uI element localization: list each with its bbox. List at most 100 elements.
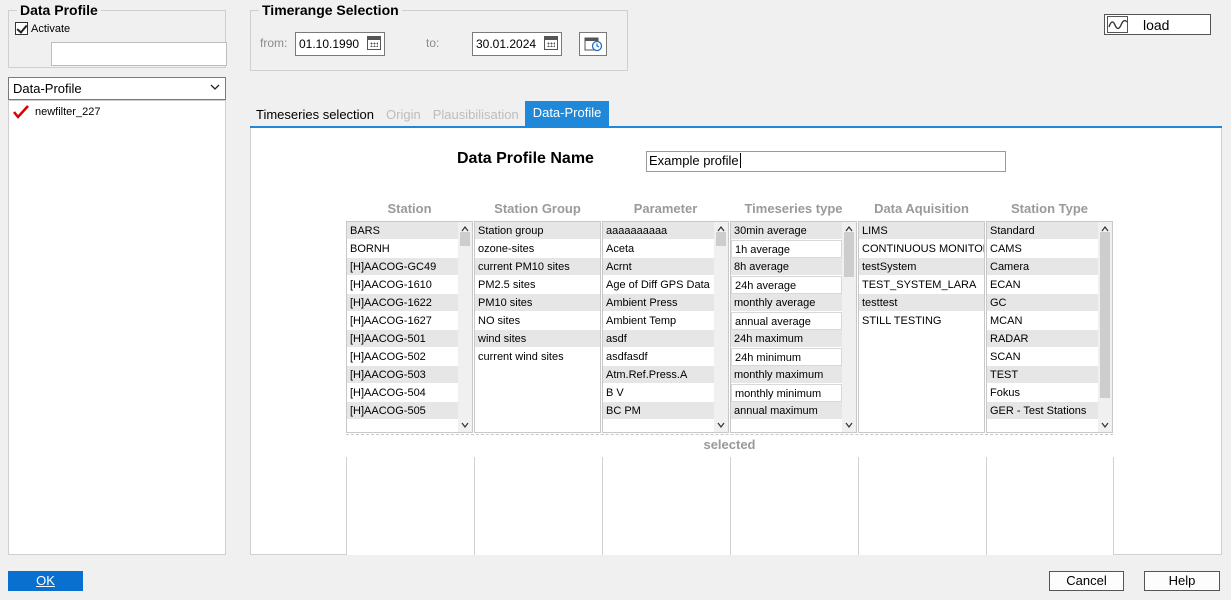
list-item[interactable]: Acrnt	[603, 258, 714, 276]
chevron-down-icon[interactable]	[717, 421, 725, 429]
list-item[interactable]: ozone-sites	[475, 240, 600, 258]
list-item[interactable]: BC PM	[603, 402, 714, 420]
list-item[interactable]: current wind sites	[475, 348, 600, 366]
load-button[interactable]: load	[1104, 14, 1211, 35]
list-item[interactable]: Station group	[475, 222, 600, 240]
tree-item-filter[interactable]: newfilter_227	[13, 105, 100, 119]
profile-name-input[interactable]: Example profile	[646, 151, 1006, 172]
list-item[interactable]: SCAN	[987, 348, 1098, 366]
list-item[interactable]: 24h maximum	[731, 330, 842, 348]
list-item[interactable]: TEST	[987, 366, 1098, 384]
list-item[interactable]: 1h average	[731, 240, 842, 258]
vertical-scrollbar[interactable]	[714, 222, 728, 432]
list-item[interactable]: 30min average	[731, 222, 842, 240]
list-item[interactable]: CAMS	[987, 240, 1098, 258]
list-item[interactable]: TEST_SYSTEM_LARA	[859, 276, 984, 294]
list-item[interactable]: PM2.5 sites	[475, 276, 600, 294]
vertical-scrollbar[interactable]	[458, 222, 472, 432]
cancel-button[interactable]: Cancel	[1049, 571, 1124, 591]
data-profile-dropdown[interactable]: Data-Profile	[8, 77, 226, 100]
from-date-input[interactable]: 01.10.1990	[295, 32, 385, 56]
calendar-icon[interactable]	[544, 36, 558, 50]
list-item[interactable]: MCAN	[987, 312, 1098, 330]
scrollbar-thumb[interactable]	[716, 232, 726, 246]
list-item[interactable]: testSystem	[859, 258, 984, 276]
scrollbar-thumb[interactable]	[460, 232, 470, 246]
list-item[interactable]: 8h average	[731, 258, 842, 276]
ok-button[interactable]: OK	[8, 571, 83, 591]
data-profile-groupbox: Data Profile Activate	[8, 2, 227, 68]
list-item[interactable]: RADAR	[987, 330, 1098, 348]
list-item[interactable]: PM10 sites	[475, 294, 600, 312]
list-item[interactable]: GC	[987, 294, 1098, 312]
list-item[interactable]: asdfasdf	[603, 348, 714, 366]
list-item[interactable]: [H]AACOG-501	[347, 330, 458, 348]
list-item[interactable]: 24h minimum	[731, 348, 842, 366]
list-item[interactable]: BORNH	[347, 240, 458, 258]
list-item[interactable]: STILL TESTING	[859, 312, 984, 330]
list-item[interactable]: Fokus	[987, 384, 1098, 402]
list-item[interactable]: NO sites	[475, 312, 600, 330]
list-item[interactable]: 24h average	[731, 276, 842, 294]
list-data-aquisition[interactable]: LIMSCONTINUOUS MONITORINGtestSystemTEST_…	[858, 221, 985, 433]
calendar-refresh-button[interactable]	[579, 32, 607, 56]
list-item[interactable]: [H]AACOG-1610	[347, 276, 458, 294]
list-item[interactable]: Age of Diff GPS Data	[603, 276, 714, 294]
vertical-scrollbar[interactable]	[842, 222, 856, 432]
list-item[interactable]: [H]AACOG-505	[347, 402, 458, 420]
list-item[interactable]: B V	[603, 384, 714, 402]
list-item[interactable]: wind sites	[475, 330, 600, 348]
chevron-down-icon[interactable]	[461, 421, 469, 429]
list-item[interactable]: annual maximum	[731, 402, 842, 420]
to-date-input[interactable]: 30.01.2024	[472, 32, 562, 56]
list-item[interactable]: annual average	[731, 312, 842, 330]
list-timeseries-type[interactable]: 30min average 1h average 8h average 24h ave…	[730, 221, 857, 433]
list-item[interactable]: [H]AACOG-1627	[347, 312, 458, 330]
list-item[interactable]: monthly minimum	[731, 384, 842, 402]
vertical-scrollbar[interactable]	[1098, 222, 1112, 432]
tab-timeseries-selection[interactable]: Timeseries selection	[250, 101, 380, 127]
list-station-group[interactable]: Station group ozone-sites current PM10 sit…	[474, 221, 601, 433]
list-item[interactable]: aaaaaaaaaa	[603, 222, 714, 240]
list-item[interactable]: Atm.Ref.Press.A	[603, 366, 714, 384]
list-item[interactable]: Aceta	[603, 240, 714, 258]
chevron-down-icon[interactable]	[1101, 421, 1109, 429]
column-header-data-aquisition: Data Aquisition	[874, 201, 969, 216]
list-item[interactable]: [H]AACOG-502	[347, 348, 458, 366]
help-button[interactable]: Help	[1144, 571, 1220, 591]
calendar-icon[interactable]	[367, 36, 381, 50]
list-item[interactable]: asdf	[603, 330, 714, 348]
data-profile-text-input[interactable]	[51, 42, 227, 66]
list-item[interactable]: monthly average	[731, 294, 842, 312]
list-item[interactable]: [H]AACOG-GC49	[347, 258, 458, 276]
list-item[interactable]: Camera	[987, 258, 1098, 276]
list-item[interactable]: Ambient Temp	[603, 312, 714, 330]
list-item[interactable]: CONTINUOUS MONITORING	[859, 240, 984, 258]
list-item[interactable]: [H]AACOG-1622	[347, 294, 458, 312]
list-item[interactable]: [H]AACOG-504	[347, 384, 458, 402]
list-station[interactable]: BARS BORNH [H]AACOG-GC49 [H]AACOG-1610 [H]AA…	[346, 221, 473, 433]
column-header-station-type: Station Type	[1010, 201, 1089, 216]
scrollbar-thumb[interactable]	[844, 232, 854, 277]
selected-column	[346, 457, 474, 555]
list-item[interactable]: ECAN	[987, 276, 1098, 294]
tab-origin[interactable]: Origin	[380, 101, 427, 127]
list-item[interactable]: Standard	[987, 222, 1098, 240]
list-item[interactable]: testtest	[859, 294, 984, 312]
list-item[interactable]: monthly maximum	[731, 366, 842, 384]
list-station-type[interactable]: Standard CAMS Camera ECAN GC MCAN RADAR SCAN TES…	[986, 221, 1113, 433]
list-item[interactable]: current PM10 sites	[475, 258, 600, 276]
list-parameter[interactable]: aaaaaaaaaa Aceta Acrnt Age of Diff GPS Data…	[602, 221, 729, 433]
list-item[interactable]: BARS	[347, 222, 458, 240]
list-item[interactable]: LIMS	[859, 222, 984, 240]
activate-row[interactable]: Activate	[15, 22, 70, 35]
chevron-down-icon[interactable]	[845, 421, 853, 429]
list-item[interactable]: [H]AACOG-503	[347, 366, 458, 384]
selected-column	[474, 457, 602, 555]
scrollbar-thumb[interactable]	[1100, 232, 1110, 398]
list-item[interactable]: Ambient Press	[603, 294, 714, 312]
list-item[interactable]: GER - Test Stations	[987, 402, 1098, 420]
activate-checkbox[interactable]	[15, 22, 28, 35]
tab-plausibilisation[interactable]: Plausibilisation	[427, 101, 525, 127]
tab-data-profile[interactable]: Data-Profile	[524, 101, 610, 126]
